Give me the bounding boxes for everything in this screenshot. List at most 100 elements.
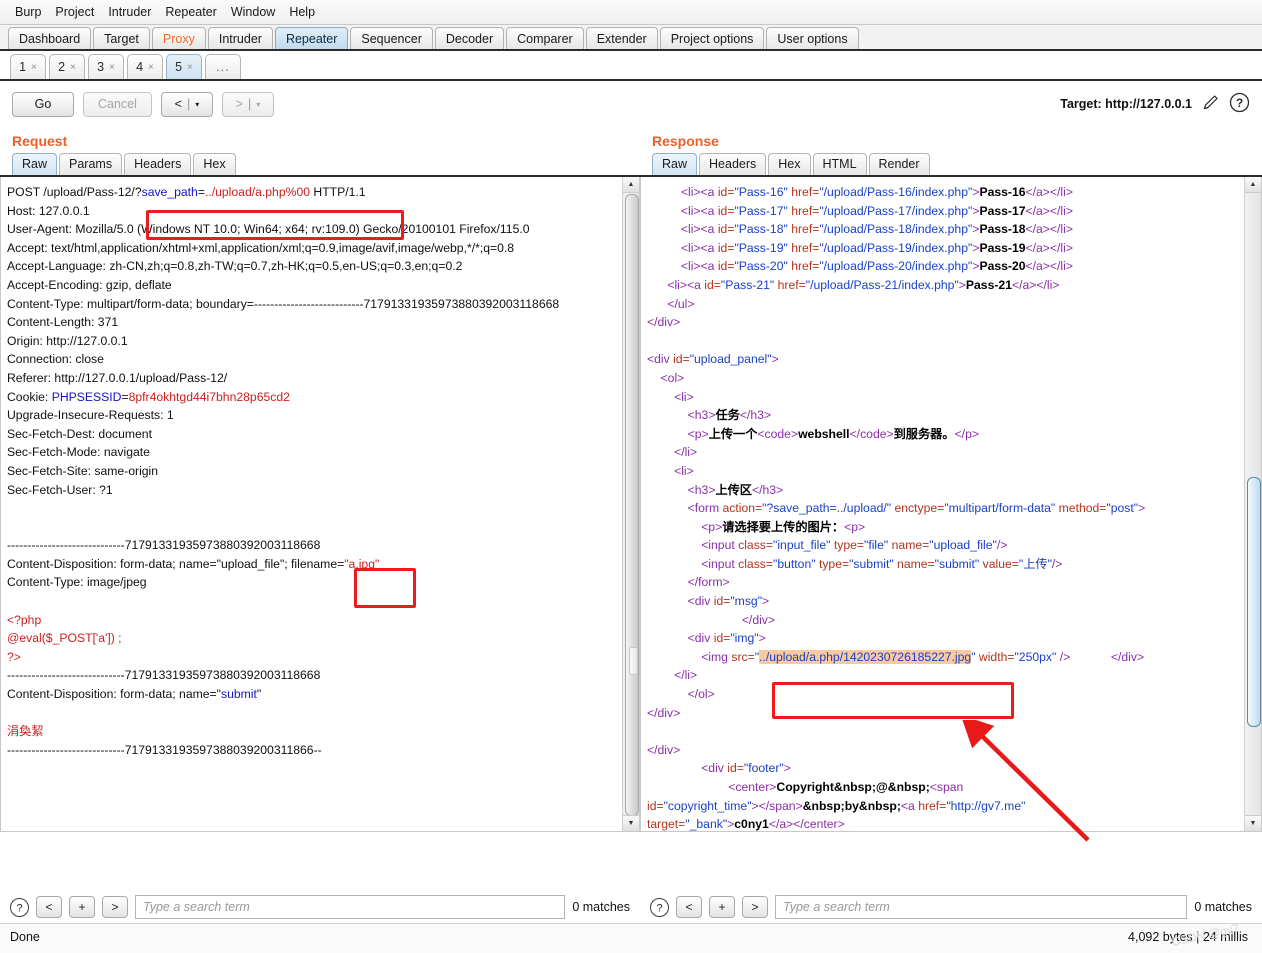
code-line: ?> [7, 649, 21, 664]
code-line: Content-Disposition: form-data; name="up… [7, 556, 380, 571]
tab-target[interactable]: Target [93, 27, 150, 49]
request-editor[interactable]: POST /upload/Pass-12/?save_path=../uploa… [0, 177, 640, 832]
repeater-tab-1[interactable]: 1 × [10, 54, 46, 79]
request-vertical-scrollbar[interactable]: ▲ ▼ [622, 177, 639, 831]
close-icon[interactable]: × [148, 62, 154, 73]
request-tab-hex[interactable]: Hex [193, 153, 236, 175]
tab-comparer[interactable]: Comparer [506, 27, 584, 49]
code-line: </div> [647, 742, 681, 757]
request-tab-headers[interactable]: Headers [124, 153, 192, 175]
code-line: <li><a id="Pass-17" href="/upload/Pass-1… [680, 203, 1073, 218]
status-bar: Done 4,092 bytes | 24 millis CSDN @gv7 [0, 921, 1262, 953]
menu-item-help[interactable]: Help [282, 3, 322, 21]
request-search-input[interactable] [135, 895, 566, 919]
main-tab-bar: Dashboard Target Proxy Intruder Repeater… [0, 25, 1262, 51]
scroll-up-icon[interactable]: ▲ [1245, 177, 1261, 193]
tab-intruder[interactable]: Intruder [207, 27, 273, 49]
tab-project-options[interactable]: Project options [659, 27, 765, 49]
code-line: -----------------------------71791331935… [7, 742, 322, 757]
svg-text:?: ? [16, 902, 22, 914]
request-tab-params[interactable]: Params [59, 153, 123, 175]
close-icon[interactable]: × [187, 62, 193, 73]
code-line: <div id="upload_panel"> [647, 352, 779, 367]
pane-resize-grip[interactable] [629, 647, 638, 675]
search-add-button[interactable]: + [69, 896, 95, 918]
svg-text:?: ? [656, 902, 662, 914]
response-tab-render[interactable]: Render [868, 153, 930, 175]
chevron-down-icon: ▾ [256, 99, 261, 109]
close-icon[interactable]: × [31, 62, 37, 73]
response-scroll-thumb[interactable] [1247, 477, 1261, 727]
code-line: Content-Length: 371 [7, 315, 119, 330]
code-line: <p>请选择要上传的图片：<p> [701, 519, 866, 534]
tab-repeater[interactable]: Repeater [274, 27, 349, 49]
code-line: <h3>上传区</h3> [687, 482, 784, 497]
response-raw-text[interactable]: <li><a id="Pass-16" href="/upload/Pass-1… [641, 177, 1261, 831]
repeater-tab-bar: 1 × 2 × 3 × 4 × 5 × ... [0, 51, 1262, 81]
svg-text:?: ? [1236, 96, 1243, 110]
menu-item-intruder[interactable]: Intruder [101, 3, 158, 21]
response-tab-html[interactable]: HTML [812, 153, 867, 175]
close-icon[interactable]: × [109, 62, 115, 73]
tab-decoder[interactable]: Decoder [434, 27, 505, 49]
menu-item-project[interactable]: Project [48, 3, 101, 21]
response-search-bar-wrap: ? < + > 0 matches [640, 890, 1262, 924]
repeater-tab-4[interactable]: 4 × [127, 54, 163, 79]
menu-item-repeater[interactable]: Repeater [158, 3, 223, 21]
scroll-down-icon[interactable]: ▼ [1245, 815, 1261, 831]
scroll-up-icon[interactable]: ▲ [623, 177, 639, 193]
repeater-tab-2[interactable]: 2 × [49, 54, 85, 79]
code-line: Sec-Fetch-Mode: navigate [7, 445, 150, 460]
code-line: <div id="msg"> [687, 594, 770, 609]
code-line: <?php [7, 612, 42, 627]
repeater-tab-3[interactable]: 3 × [88, 54, 124, 79]
help-icon[interactable]: ? [650, 897, 669, 917]
repeater-tab-5[interactable]: 5 × [166, 54, 202, 79]
code-line: User-Agent: Mozilla/5.0 (Windows NT 10.0… [7, 222, 530, 237]
search-next-button[interactable]: > [102, 896, 128, 918]
response-search-input[interactable] [775, 895, 1188, 919]
search-prev-button[interactable]: < [676, 896, 702, 918]
tab-extender[interactable]: Extender [585, 27, 658, 49]
tab-proxy[interactable]: Proxy [151, 27, 206, 49]
code-line: Sec-Fetch-Dest: document [7, 426, 152, 441]
response-tab-headers[interactable]: Headers [699, 153, 767, 175]
menu-item-window[interactable]: Window [224, 3, 282, 21]
code-line: </div> [647, 705, 681, 720]
repeater-tab-more[interactable]: ... [205, 54, 241, 79]
tab-dashboard[interactable]: Dashboard [8, 27, 92, 49]
scroll-down-icon[interactable]: ▼ [623, 815, 639, 831]
tab-sequencer[interactable]: Sequencer [350, 27, 433, 49]
code-line: Host: 127.0.0.1 [7, 203, 90, 218]
code-line: <center>Copyright&nbsp;@&nbsp;<span [728, 780, 964, 794]
go-button[interactable]: Go [12, 91, 74, 117]
response-editor[interactable]: <li><a id="Pass-16" href="/upload/Pass-1… [640, 177, 1262, 832]
repeater-toolbar: Go Cancel < | ▾ > | ▾ Target: http://127… [0, 81, 1262, 127]
search-add-button[interactable]: + [709, 896, 735, 918]
code-line: 涓奐絜 [7, 724, 44, 739]
response-vertical-scrollbar[interactable]: ▲ ▼ [1244, 177, 1261, 831]
request-title: Request [12, 133, 68, 149]
close-icon[interactable]: × [70, 62, 76, 73]
code-line: -----------------------------71791331935… [7, 668, 321, 683]
request-search-bar-wrap: ? < + > 0 matches [0, 890, 640, 924]
request-tab-raw[interactable]: Raw [12, 153, 58, 175]
menu-item-burp[interactable]: Burp [8, 3, 48, 21]
search-next-button[interactable]: > [742, 896, 768, 918]
code-line: Accept-Encoding: gzip, deflate [7, 277, 172, 292]
request-scroll-thumb[interactable] [625, 194, 639, 816]
response-tab-raw[interactable]: Raw [652, 153, 698, 175]
pencil-icon[interactable] [1201, 93, 1220, 115]
response-tab-hex[interactable]: Hex [768, 153, 811, 175]
help-icon[interactable]: ? [1229, 92, 1250, 116]
tab-user-options[interactable]: User options [766, 27, 859, 49]
search-prev-button[interactable]: < [36, 896, 62, 918]
code-line: Origin: http://127.0.0.1 [7, 333, 128, 348]
help-icon[interactable]: ? [10, 897, 29, 917]
request-raw-text[interactable]: POST /upload/Pass-12/?save_path=../uploa… [1, 177, 639, 759]
back-button[interactable]: < | ▾ [160, 91, 213, 117]
code-line: POST /upload/Pass-12/?save_path=../uploa… [7, 185, 366, 199]
